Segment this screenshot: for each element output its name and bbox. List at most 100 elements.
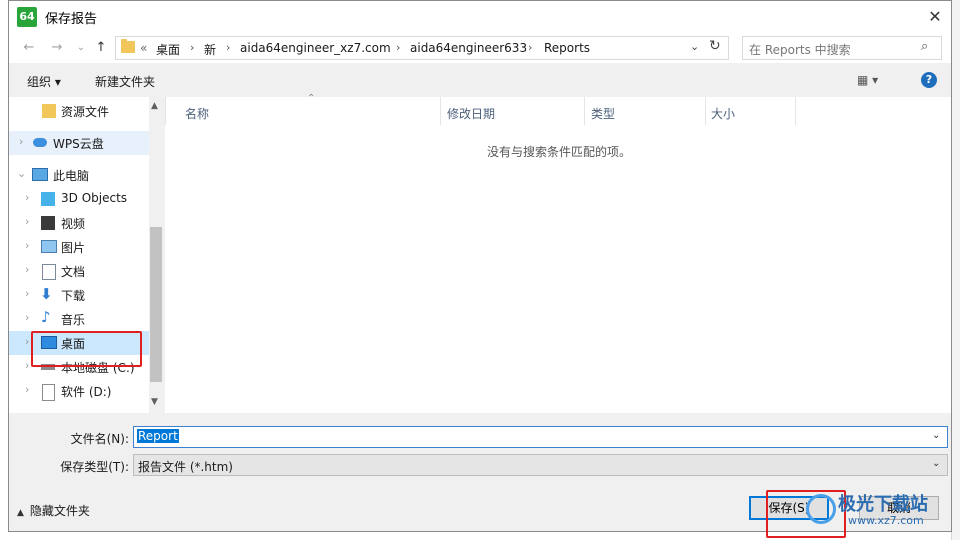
chevron-right-icon[interactable]: › bbox=[25, 311, 29, 324]
column-header-modified[interactable]: 修改日期 bbox=[447, 105, 495, 122]
sidebar-item-label: WPS云盘 bbox=[53, 137, 104, 151]
breadcrumb-new[interactable]: 新 bbox=[204, 41, 216, 58]
up-button[interactable]: ↑ bbox=[91, 38, 111, 58]
new-folder-button[interactable]: 新建文件夹 bbox=[95, 73, 155, 90]
highlight-box-desktop bbox=[31, 331, 142, 367]
sidebar-item-3d-objects[interactable]: › 3D Objects bbox=[9, 187, 149, 211]
sidebar-item-label: 视频 bbox=[61, 217, 86, 231]
sort-ascending-icon: ⌃ bbox=[307, 93, 316, 104]
sidebar-item-this-pc[interactable]: ⌄ 此电脑 bbox=[9, 163, 149, 187]
breadcrumb-separator-icon[interactable]: › bbox=[528, 41, 532, 54]
filename-label: 文件名(N): bbox=[70, 432, 129, 446]
sidebar-item-videos[interactable]: › 视频 bbox=[9, 211, 149, 235]
filetype-select[interactable]: 报告文件 (*.htm) ⌄ bbox=[133, 454, 948, 476]
chevron-right-icon[interactable]: › bbox=[25, 215, 29, 228]
back-button[interactable]: ← bbox=[19, 38, 39, 58]
breadcrumb-aida64-xz7[interactable]: aida64engineer_xz7.com bbox=[240, 41, 391, 55]
sidebar-item-music[interactable]: › ♪ 音乐 bbox=[9, 307, 149, 331]
sidebar-item-software-d[interactable]: › 软件 (D:) bbox=[9, 379, 149, 403]
sidebar-item-label: 下载 bbox=[61, 289, 86, 303]
sidebar-item-label: 资源文件 bbox=[61, 105, 110, 119]
view-options-icon[interactable]: ▦ ▾ bbox=[857, 73, 878, 87]
title-bar: 64 保存报告 ✕ bbox=[9, 1, 951, 33]
address-dropdown-chevron-icon[interactable]: ⌄ bbox=[690, 40, 699, 53]
breadcrumb-aida64-633[interactable]: aida64engineer633 bbox=[410, 41, 527, 55]
cube-icon bbox=[41, 192, 55, 206]
aida64-app-icon: 64 bbox=[17, 7, 37, 27]
save-report-dialog: 64 保存报告 ✕ ← → ⌄ ↑ « 桌面 › 新 › aida64engin… bbox=[8, 0, 952, 538]
column-header-name[interactable]: 名称 bbox=[185, 105, 209, 122]
file-list: 名称 ⌃ 修改日期 类型 大小 没有与搜索条件匹配的项。 bbox=[165, 93, 951, 413]
breadcrumb-separator-icon[interactable]: › bbox=[226, 41, 230, 54]
chevron-down-icon[interactable]: ⌄ bbox=[932, 458, 940, 469]
column-divider[interactable] bbox=[795, 97, 796, 125]
video-icon bbox=[41, 216, 55, 230]
watermark-logo bbox=[806, 494, 836, 524]
chevron-up-icon: ▲ bbox=[17, 508, 24, 518]
chevron-down-icon[interactable]: ⌄ bbox=[17, 167, 26, 180]
music-icon: ♪ bbox=[41, 308, 51, 326]
filetype-label: 保存类型(T): bbox=[60, 460, 129, 474]
scroll-down-icon[interactable]: ▼ bbox=[151, 397, 158, 407]
address-bar[interactable]: « 桌面 › 新 › aida64engineer_xz7.com › aida… bbox=[115, 36, 729, 60]
folder-icon bbox=[42, 104, 56, 118]
help-icon[interactable]: ? bbox=[921, 72, 937, 88]
picture-icon bbox=[41, 240, 57, 253]
search-placeholder: 在 Reports 中搜索 bbox=[749, 43, 851, 57]
hide-folders-toggle[interactable]: ▲ 隐藏文件夹 bbox=[17, 502, 90, 519]
scroll-up-icon[interactable]: ▲ bbox=[151, 101, 158, 111]
breadcrumb-separator-icon[interactable]: › bbox=[396, 41, 400, 54]
watermark-url: www.xz7.com bbox=[848, 514, 924, 527]
download-icon: ⬇ bbox=[40, 285, 53, 303]
navigation-scrollbar[interactable]: ▲ ▼ bbox=[149, 97, 163, 413]
drive-icon bbox=[42, 384, 55, 401]
column-header-size[interactable]: 大小 bbox=[711, 105, 735, 122]
chevron-right-icon[interactable]: › bbox=[25, 239, 29, 252]
column-header-type[interactable]: 类型 bbox=[591, 105, 615, 122]
sidebar-item-label: 软件 (D:) bbox=[61, 385, 112, 399]
sidebar-item-label: 此电脑 bbox=[53, 169, 90, 183]
recent-locations-chevron-icon[interactable]: ⌄ bbox=[71, 38, 91, 58]
forward-button[interactable]: → bbox=[47, 38, 67, 58]
scroll-thumb[interactable] bbox=[150, 227, 162, 382]
chevron-down-icon[interactable]: ⌄ bbox=[932, 430, 940, 441]
refresh-icon[interactable]: ↻ bbox=[709, 38, 721, 54]
document-icon bbox=[42, 264, 56, 280]
sidebar-item-documents[interactable]: › 文档 bbox=[9, 259, 149, 283]
search-icon[interactable]: ⌕ bbox=[921, 39, 928, 54]
chevron-right-icon[interactable]: › bbox=[25, 383, 29, 396]
filename-input[interactable]: Report ⌄ bbox=[133, 426, 948, 448]
filename-value[interactable]: Report bbox=[137, 429, 179, 443]
sidebar-item-resource-files[interactable]: 资源文件 bbox=[9, 99, 149, 123]
sidebar-item-label: 图片 bbox=[61, 241, 86, 255]
chevron-right-icon[interactable]: › bbox=[25, 359, 29, 372]
chevron-right-icon[interactable]: › bbox=[25, 287, 29, 300]
breadcrumb-reports[interactable]: Reports bbox=[544, 41, 590, 55]
chevron-right-icon[interactable]: › bbox=[25, 263, 29, 276]
watermark-brand: 极光下载站 bbox=[838, 494, 928, 515]
empty-folder-message: 没有与搜索条件匹配的项。 bbox=[487, 145, 632, 159]
sidebar-item-wps-cloud[interactable]: › WPS云盘 bbox=[9, 131, 149, 155]
command-bar: 组织 ▾ 新建文件夹 ▦ ▾ ? bbox=[9, 63, 951, 97]
filetype-value: 报告文件 (*.htm) bbox=[138, 460, 233, 474]
sidebar-item-label: 音乐 bbox=[61, 313, 86, 327]
column-divider[interactable] bbox=[584, 97, 585, 125]
cloud-icon bbox=[33, 138, 47, 147]
breadcrumb-desktop[interactable]: 桌面 bbox=[156, 41, 180, 58]
chevron-right-icon[interactable]: › bbox=[25, 191, 29, 204]
sidebar-item-downloads[interactable]: › ⬇ 下载 bbox=[9, 283, 149, 307]
chevron-right-icon[interactable]: › bbox=[19, 135, 23, 148]
breadcrumb-separator-icon[interactable]: › bbox=[190, 41, 194, 54]
sidebar-item-pictures[interactable]: › 图片 bbox=[9, 235, 149, 259]
column-divider[interactable] bbox=[440, 97, 441, 125]
column-divider[interactable] bbox=[705, 97, 706, 125]
chevron-right-icon[interactable]: › bbox=[25, 335, 29, 348]
sidebar-item-label: 文档 bbox=[61, 265, 86, 279]
column-divider bbox=[165, 97, 166, 125]
search-input[interactable]: 在 Reports 中搜索 ⌕ bbox=[742, 36, 942, 60]
organize-menu[interactable]: 组织 ▾ bbox=[27, 73, 61, 90]
breadcrumb-overflow[interactable]: « bbox=[140, 41, 147, 55]
close-button[interactable]: ✕ bbox=[923, 5, 947, 29]
sidebar-item-label: 3D Objects bbox=[61, 191, 128, 205]
hide-folders-label: 隐藏文件夹 bbox=[29, 504, 90, 518]
